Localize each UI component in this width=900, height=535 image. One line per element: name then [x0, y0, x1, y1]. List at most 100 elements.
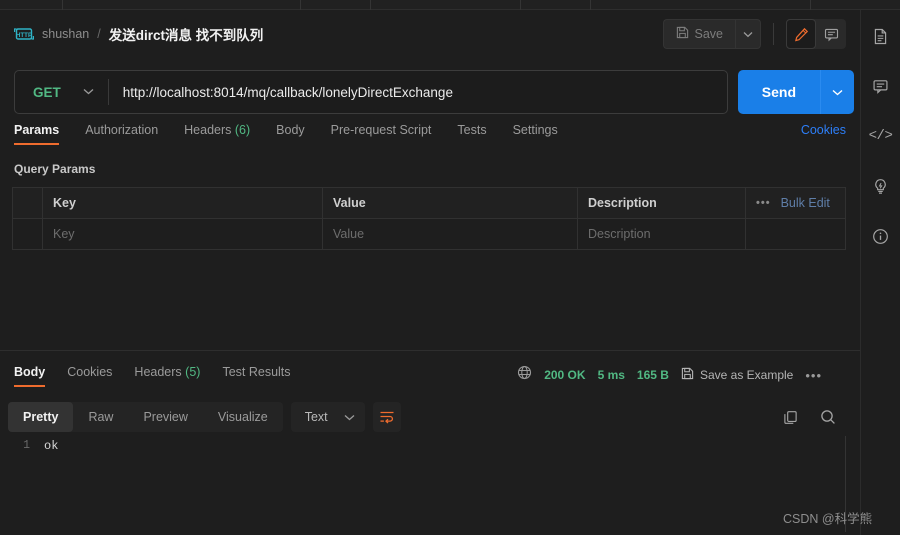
tab-tests[interactable]: Tests	[457, 123, 486, 145]
tab-headers[interactable]: Headers (6)	[184, 123, 250, 145]
tab-settings[interactable]: Settings	[513, 123, 558, 145]
line-number: 1	[23, 439, 30, 452]
method-selector[interactable]: GET	[15, 71, 108, 113]
lightbulb-icon[interactable]	[867, 172, 895, 200]
method-label: GET	[33, 84, 61, 100]
send-options-button[interactable]	[820, 70, 854, 114]
globe-icon	[517, 365, 532, 385]
url-bar: GET http://localhost:8014/mq/callback/lo…	[14, 70, 854, 114]
tab-authorization[interactable]: Authorization	[85, 123, 158, 145]
tab-count: (5)	[185, 365, 201, 379]
row-checkbox[interactable]	[12, 218, 43, 250]
view-mode-preview[interactable]: Preview	[128, 402, 202, 432]
save-as-example-button[interactable]: Save as Example	[681, 367, 793, 383]
tab-body[interactable]: Body	[276, 123, 305, 145]
url-field-container: GET http://localhost:8014/mq/callback/lo…	[14, 70, 728, 114]
tab-label: Params	[14, 123, 60, 137]
format-label: Text	[304, 410, 328, 424]
tab-label: Headers	[184, 123, 232, 137]
response-body-toolbar: Pretty Raw Preview Visualize Text	[8, 402, 854, 432]
bulk-edit-button[interactable]: Bulk Edit	[781, 196, 830, 210]
save-label: Save	[694, 27, 724, 41]
response-tab-test-results[interactable]: Test Results	[222, 365, 290, 387]
save-options-button[interactable]	[735, 19, 761, 49]
chevron-down-icon	[344, 410, 355, 424]
response-tab-headers[interactable]: Headers (5)	[134, 365, 200, 387]
tab-pre-request-script[interactable]: Pre-request Script	[331, 123, 432, 145]
response-size: 165 B	[636, 368, 669, 382]
save-disk-icon	[676, 26, 689, 42]
request-tab-strip[interactable]	[0, 0, 900, 10]
documentation-icon[interactable]	[867, 22, 895, 50]
format-selector[interactable]: Text	[290, 402, 365, 432]
tab-count: (6)	[234, 123, 251, 137]
code-icon[interactable]: </>	[867, 122, 895, 150]
comments-icon[interactable]	[867, 72, 895, 100]
param-key-input[interactable]: Key	[42, 218, 323, 250]
save-group: Save	[662, 19, 761, 49]
column-key: Key	[42, 187, 323, 219]
breadcrumb-collection[interactable]: shushan	[42, 27, 89, 41]
tab-divider	[370, 0, 371, 10]
tab-divider	[300, 0, 301, 10]
line-content: ok	[44, 439, 59, 453]
more-options-icon[interactable]: •••	[756, 197, 771, 209]
breadcrumb: HTTP shushan / 发送dirct消息 找不到队列	[14, 24, 263, 44]
tab-label: Pre-request Script	[330, 123, 432, 137]
view-mode-label: Preview	[143, 410, 188, 424]
save-as-example-label: Save as Example	[699, 368, 794, 382]
right-sidebar: </>	[860, 10, 900, 535]
tab-label: Body	[276, 123, 305, 137]
tab-label: Cookies	[67, 365, 113, 379]
search-icon[interactable]	[820, 409, 836, 425]
tab-label: Authorization	[85, 123, 159, 137]
view-mode-raw[interactable]: Raw	[73, 402, 128, 432]
table-header-row: Key Value Description ••• Bulk Edit	[12, 187, 846, 219]
edit-button[interactable]	[786, 19, 816, 49]
pane-splitter[interactable]	[0, 350, 860, 351]
send-button[interactable]: Send	[737, 70, 820, 114]
header-icon-group	[786, 19, 846, 49]
cookies-link[interactable]: Cookies	[801, 123, 846, 137]
save-button[interactable]: Save	[662, 19, 735, 49]
view-mode-pretty[interactable]: Pretty	[8, 402, 74, 432]
bulk-edit-cell: ••• Bulk Edit	[745, 187, 846, 219]
header-actions: Save	[662, 19, 846, 49]
response-tabs: Body Cookies Headers (5) Test Results 20…	[0, 365, 860, 393]
row-actions-cell	[745, 218, 846, 250]
status-badge: 200 OK	[544, 368, 586, 382]
view-mode-label: Visualize	[217, 410, 268, 424]
tab-label: Test Results	[222, 365, 291, 379]
tab-label: Tests	[457, 123, 487, 137]
request-tabs: Params Authorization Headers (6) Body Pr…	[0, 123, 860, 153]
breadcrumb-separator: /	[97, 27, 101, 41]
tab-label: Settings	[512, 123, 558, 137]
tab-divider	[62, 0, 63, 10]
word-wrap-button[interactable]	[372, 402, 401, 432]
response-meta: 200 OK 5 ms 165 B Save as Example •••	[517, 365, 852, 385]
comment-button[interactable]	[816, 19, 846, 49]
tab-label: Body	[14, 365, 46, 379]
param-description-input[interactable]: Description	[577, 218, 746, 250]
view-mode-visualize[interactable]: Visualize	[203, 402, 283, 432]
response-tab-cookies[interactable]: Cookies	[67, 365, 112, 387]
param-value-input[interactable]: Value	[322, 218, 578, 250]
response-body[interactable]: 1 ok	[0, 436, 860, 535]
tab-divider	[590, 0, 591, 10]
response-tab-body[interactable]: Body	[14, 365, 46, 387]
tab-divider	[810, 0, 811, 10]
select-all-cell[interactable]	[12, 187, 43, 219]
request-pane: HTTP shushan / 发送dirct消息 找不到队列 Save GET …	[0, 10, 860, 535]
postman-window: HTTP shushan / 发送dirct消息 找不到队列 Save GET …	[0, 0, 900, 535]
response-more-button[interactable]: •••	[805, 368, 822, 383]
request-header: HTTP shushan / 发送dirct消息 找不到队列 Save	[0, 10, 860, 58]
url-input[interactable]: http://localhost:8014/mq/callback/lonely…	[109, 85, 727, 100]
response-body-divider	[845, 436, 846, 532]
table-row: Key Value Description	[12, 218, 846, 250]
view-mode-group: Pretty Raw Preview Visualize	[8, 402, 283, 432]
body-tools	[783, 409, 854, 425]
response-time: 5 ms	[597, 368, 625, 382]
copy-icon[interactable]	[783, 410, 798, 425]
tab-params[interactable]: Params	[14, 123, 60, 145]
info-circle-icon[interactable]	[867, 222, 895, 250]
